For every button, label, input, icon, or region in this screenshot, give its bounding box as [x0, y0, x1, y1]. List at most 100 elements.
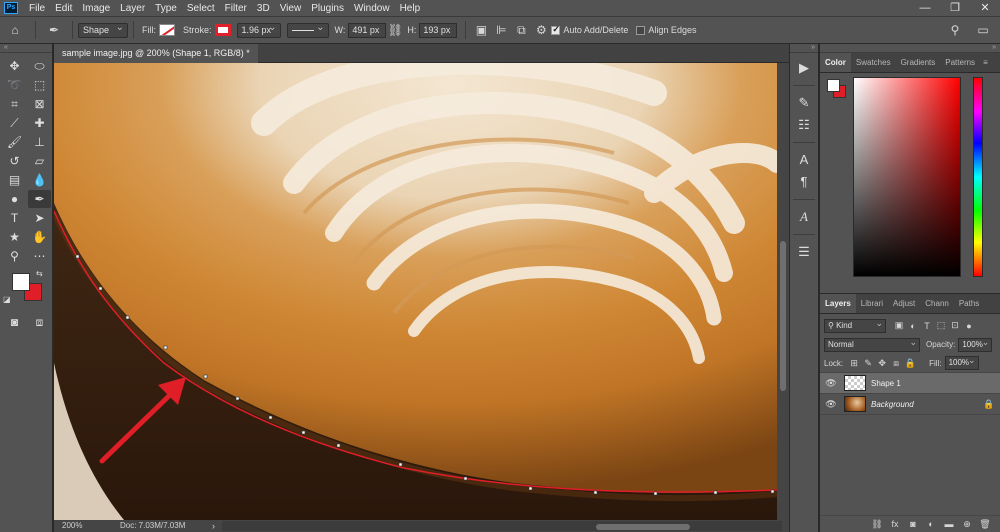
layer-filter-kind-select[interactable]: ⚲ Kind: [824, 317, 886, 333]
tool-mode-select[interactable]: Shape: [78, 21, 128, 38]
adjustment-sliders-icon[interactable]: ☷: [790, 114, 818, 136]
auto-add-delete-checkbox[interactable]: [551, 24, 561, 35]
delete-layer-icon[interactable]: 🗑: [976, 519, 994, 530]
tab-paths[interactable]: Paths: [954, 294, 984, 313]
menu-plugins[interactable]: Plugins: [306, 3, 349, 14]
zoom-level[interactable]: 200%: [62, 520, 82, 532]
menu-window[interactable]: Window: [349, 3, 395, 14]
dodge-tool-icon[interactable]: ●: [3, 190, 26, 208]
close-button[interactable]: ✕: [970, 0, 1000, 17]
add-mask-icon[interactable]: ◙: [904, 519, 922, 529]
fill-swatch[interactable]: [159, 24, 175, 36]
eraser-tool-icon[interactable]: ▱: [28, 152, 51, 170]
adjustment-layer-icon[interactable]: ◐: [922, 519, 940, 529]
document-canvas[interactable]: [54, 63, 777, 520]
layer-name[interactable]: Background: [871, 400, 982, 409]
menu-view[interactable]: View: [275, 3, 307, 14]
panels-collapse-icon[interactable]: »: [820, 44, 1000, 53]
gradient-tool-icon[interactable]: ▤: [3, 171, 26, 189]
width-field[interactable]: 491 px: [348, 22, 387, 38]
align-edges-checkbox[interactable]: [636, 25, 646, 35]
menu-file[interactable]: File: [24, 3, 50, 14]
document-tab[interactable]: sample image.jpg @ 200% (Shape 1, RGB/8)…: [54, 44, 258, 63]
toolbar-collapse-icon[interactable]: «: [0, 44, 52, 53]
foreground-color-chip[interactable]: [827, 79, 840, 92]
lock-image-icon[interactable]: ✎: [861, 358, 875, 369]
default-colors-icon[interactable]: ◪: [3, 295, 11, 304]
frame-tool-icon[interactable]: ⊠: [28, 95, 51, 113]
horizontal-scrollbar[interactable]: [222, 521, 782, 531]
layer-row[interactable]: 👁 Shape 1: [820, 373, 1000, 394]
glyphs-panel-icon[interactable]: A: [790, 206, 818, 228]
maximize-button[interactable]: ❐: [940, 0, 970, 17]
lasso-tool-icon[interactable]: ➰: [3, 76, 26, 94]
gear-icon[interactable]: ⚙: [531, 21, 551, 39]
foreground-color-swatch[interactable]: [12, 273, 30, 291]
photoshop-logo-icon[interactable]: Ps: [4, 2, 18, 14]
filter-smart-object-icon[interactable]: ⊡: [948, 320, 962, 331]
menu-help[interactable]: Help: [395, 3, 426, 14]
path-alignment-icon[interactable]: ⊫: [491, 21, 511, 39]
filter-pixel-icon[interactable]: ▣: [892, 320, 906, 331]
tab-layers[interactable]: Layers: [820, 294, 856, 313]
lock-artboard-icon[interactable]: ⧈: [889, 358, 903, 369]
path-arrangement-icon[interactable]: ⧉: [511, 21, 531, 39]
properties-panel-icon[interactable]: ☰: [790, 241, 818, 263]
marquee-tool-icon[interactable]: ⬭: [28, 57, 51, 75]
more-tools-icon[interactable]: ⋯: [28, 247, 51, 265]
menu-layer[interactable]: Layer: [115, 3, 150, 14]
filter-type-icon[interactable]: T: [920, 321, 934, 331]
history-brush-tool-icon[interactable]: ↺: [3, 152, 26, 170]
path-operations-icon[interactable]: ▣: [471, 21, 491, 39]
tab-color[interactable]: Color: [820, 53, 851, 72]
strip-collapse-icon[interactable]: »: [790, 44, 818, 53]
object-selection-tool-icon[interactable]: ⬚: [28, 76, 51, 94]
tab-swatches[interactable]: Swatches: [851, 53, 896, 72]
menu-edit[interactable]: Edit: [50, 3, 77, 14]
clone-stamp-tool-icon[interactable]: ⊥: [28, 133, 51, 151]
paragraph-panel-icon[interactable]: ¶: [790, 171, 818, 193]
quick-mask-icon[interactable]: ◙: [3, 313, 26, 331]
home-icon[interactable]: ⌂: [0, 21, 30, 39]
swap-colors-icon[interactable]: ⇆: [36, 269, 43, 278]
tab-adjustments[interactable]: Adjust: [888, 294, 920, 313]
filter-shape-icon[interactable]: ⬚: [934, 320, 948, 331]
eye-icon[interactable]: 👁: [824, 399, 838, 410]
opacity-field[interactable]: 100%: [958, 336, 993, 352]
crop-tool-icon[interactable]: ⌗: [3, 95, 26, 113]
layer-row[interactable]: 👁 Background 🔒: [820, 394, 1000, 415]
healing-brush-tool-icon[interactable]: ✚: [28, 114, 51, 132]
character-panel-icon[interactable]: A: [790, 149, 818, 171]
menu-type[interactable]: Type: [150, 3, 182, 14]
move-tool-icon[interactable]: ✥: [3, 57, 26, 75]
horizontal-scroll-thumb[interactable]: [596, 524, 690, 530]
hand-tool-icon[interactable]: ✋: [28, 228, 51, 246]
stroke-type-select[interactable]: [286, 21, 329, 38]
filter-toggle-icon[interactable]: ●: [962, 321, 976, 331]
eyedropper-tool-icon[interactable]: ⟋: [3, 114, 26, 132]
blur-tool-icon[interactable]: 💧: [28, 171, 51, 189]
tab-channels[interactable]: Chann: [920, 294, 954, 313]
menu-3d[interactable]: 3D: [252, 3, 275, 14]
layer-style-icon[interactable]: fx: [886, 519, 904, 529]
blend-mode-select[interactable]: Normal: [824, 336, 920, 352]
workspace-icon[interactable]: ▭: [973, 21, 993, 39]
lock-all-icon[interactable]: 🔒: [903, 358, 917, 369]
shape-tool-icon[interactable]: ★: [3, 228, 26, 246]
search-icon[interactable]: ⚲: [945, 21, 965, 39]
path-selection-tool-icon[interactable]: ➤: [28, 209, 51, 227]
link-icon[interactable]: ⛓: [386, 21, 404, 39]
tab-gradients[interactable]: Gradients: [896, 53, 941, 72]
fill-field[interactable]: 100%: [944, 354, 979, 370]
lock-position-icon[interactable]: ✥: [875, 358, 889, 369]
new-layer-icon[interactable]: ⊕: [958, 519, 976, 530]
stroke-width-field[interactable]: 1.96 px: [236, 21, 281, 38]
tab-patterns[interactable]: Patterns: [940, 53, 980, 72]
brush-settings-icon[interactable]: ✎: [790, 92, 818, 114]
pen-tool-icon[interactable]: ✒: [28, 190, 51, 208]
link-layers-icon[interactable]: ⛓: [868, 519, 886, 530]
lock-transparent-icon[interactable]: ⊞: [847, 358, 861, 369]
height-field[interactable]: 193 px: [419, 22, 458, 38]
status-menu-arrow-icon[interactable]: ›: [212, 520, 215, 532]
menu-select[interactable]: Select: [182, 3, 220, 14]
